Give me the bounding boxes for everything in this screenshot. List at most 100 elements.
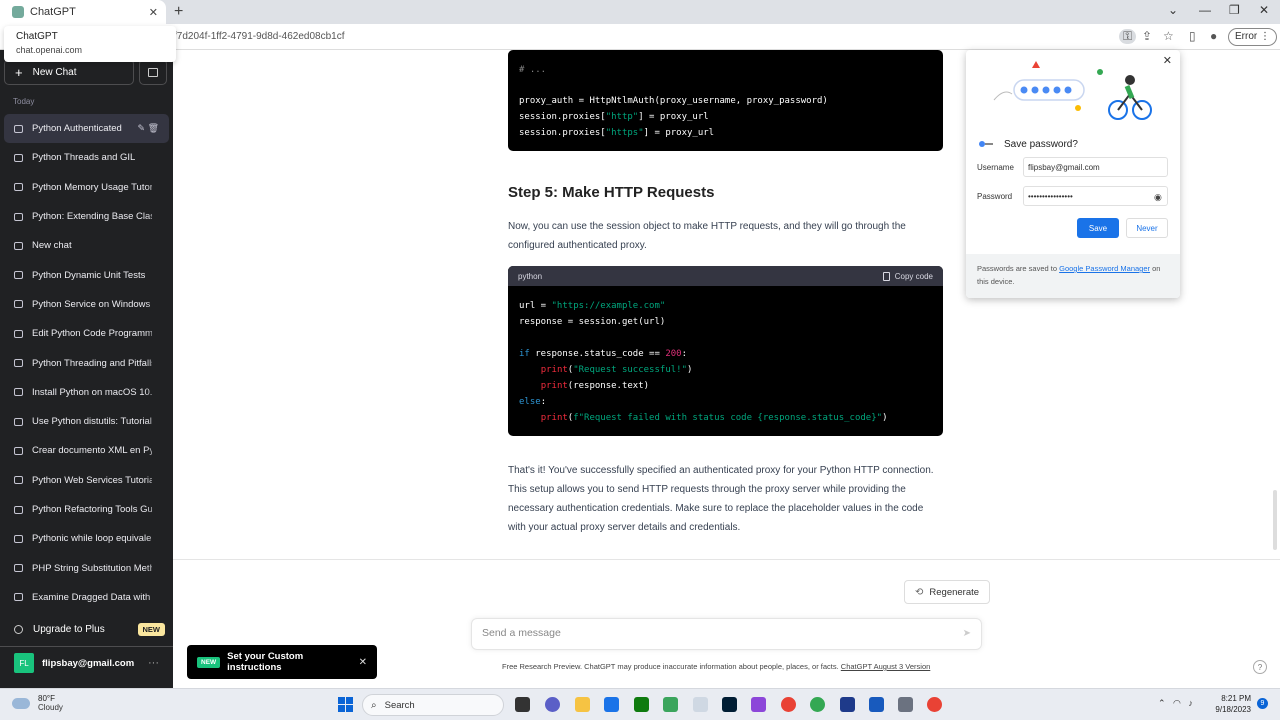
- user-icon: [14, 624, 23, 634]
- error-chip[interactable]: Error ⋮: [1228, 28, 1278, 46]
- close-window-icon[interactable]: ✕: [1259, 3, 1269, 17]
- windows-start-icon[interactable]: [338, 697, 353, 712]
- share-icon[interactable]: ⇪: [1142, 29, 1152, 43]
- cloud-icon: [12, 697, 30, 709]
- chat-item[interactable]: Python Threading and Pitfalls: [4, 348, 169, 378]
- send-icon[interactable]: ➤: [963, 628, 971, 639]
- chat-item[interactable]: Install Python on macOS 10.5: [4, 377, 169, 407]
- new-tab-icon[interactable]: +: [174, 3, 183, 21]
- more-options-icon[interactable]: ···: [148, 657, 159, 669]
- chrome-canary-icon[interactable]: [810, 697, 825, 712]
- message-composer: ➤: [471, 618, 982, 650]
- side-panel-icon[interactable]: ▯: [1189, 29, 1196, 43]
- chat-bubble-icon: [14, 300, 23, 309]
- word-icon[interactable]: [869, 697, 884, 712]
- upgrade-to-plus-button[interactable]: Upgrade to Plus NEW: [4, 616, 169, 642]
- help-button[interactable]: ?: [1253, 660, 1267, 674]
- close-icon[interactable]: ✕: [359, 657, 367, 668]
- url-text[interactable]: f7d204f-1ff2-4791-9d8d-462ed08cb1cf: [174, 31, 345, 42]
- save-button[interactable]: Save: [1077, 218, 1119, 238]
- refresh-icon: ⟲: [915, 586, 924, 598]
- address-bar: f7d204f-1ff2-4791-9d8d-462ed08cb1cf ⚿ ⇪ …: [0, 24, 1280, 50]
- password-field[interactable]: ••••••••••••••••: [1023, 186, 1168, 206]
- key-icon[interactable]: ⚿: [1119, 29, 1137, 44]
- chat-item[interactable]: New chat: [4, 231, 169, 261]
- chat-item-active[interactable]: Python Authenticated ✎ 🗑: [4, 114, 169, 144]
- never-button[interactable]: Never: [1126, 218, 1168, 238]
- chat-bubble-icon: [14, 505, 23, 514]
- username-label: Username: [977, 163, 1014, 172]
- notepad-icon[interactable]: [663, 697, 678, 712]
- notification-badge[interactable]: 9: [1257, 698, 1268, 709]
- chat-bubble-icon: [14, 476, 23, 485]
- copy-code-button[interactable]: Copy code: [882, 271, 933, 281]
- date: 9/18/2023: [1215, 705, 1251, 714]
- chat-item[interactable]: Python: Extending Base Class: [4, 201, 169, 232]
- store-icon[interactable]: [604, 697, 619, 712]
- chat-item[interactable]: Python Memory Usage Tutorial: [4, 172, 169, 202]
- chat-title: PHP String Substitution Methods: [32, 562, 152, 574]
- chrome-active-icon[interactable]: [927, 697, 942, 712]
- bookmark-star-icon[interactable]: ☆: [1163, 29, 1174, 43]
- scrollbar[interactable]: [1273, 490, 1277, 550]
- system-tray-icons[interactable]: ⌃ ◠ ♪: [1158, 698, 1193, 709]
- new-chat-button[interactable]: + New Chat: [4, 59, 134, 85]
- file-explorer-icon[interactable]: [575, 697, 590, 712]
- regenerate-label: Regenerate: [929, 586, 980, 598]
- chat-item[interactable]: Python Web Services Tutorial: [4, 465, 169, 495]
- photos-icon[interactable]: [693, 697, 708, 712]
- maximize-icon[interactable]: ❐: [1229, 3, 1240, 17]
- chat-item[interactable]: Examine Dragged Data with: [4, 582, 169, 613]
- chat-item[interactable]: PHP String Substitution Methods: [4, 553, 169, 583]
- toast-text: Set your Custom instructions: [227, 651, 304, 673]
- version-link[interactable]: ChatGPT August 3 Version: [841, 662, 931, 671]
- custom-instructions-toast[interactable]: NEW Set your Custom instructions ✕: [187, 645, 377, 679]
- chat-item[interactable]: Use Python distutils: Tutorial: [4, 406, 169, 437]
- close-icon[interactable]: ✕: [1163, 54, 1172, 67]
- photoshop-icon[interactable]: [722, 697, 737, 712]
- browser-tab-chatgpt[interactable]: ChatGPT ✕: [0, 0, 166, 24]
- weather-widget[interactable]: 80°F Cloudy: [12, 694, 63, 712]
- clock[interactable]: 8:21 PM 9/18/2023: [1213, 693, 1251, 715]
- task-view-icon[interactable]: [515, 697, 530, 712]
- edit-delete-icons[interactable]: ✎ 🗑: [138, 123, 159, 134]
- sidebar-toggle-icon: [148, 67, 158, 77]
- show-password-eye-icon[interactable]: ◉: [1154, 192, 1162, 203]
- chat-title: Python Authenticated: [32, 123, 122, 135]
- chat-item[interactable]: Edit Python Code Programmatically: [4, 319, 169, 349]
- new-chat-label: New Chat: [32, 66, 77, 78]
- code-line: print(response.text): [540, 381, 650, 391]
- user-menu-button[interactable]: FL flipsbay@gmail.com ···: [4, 650, 169, 676]
- password-manager-link[interactable]: Google Password Manager: [1059, 264, 1150, 273]
- collapse-sidebar-button[interactable]: [139, 59, 167, 85]
- chat-item[interactable]: Python Refactoring Tools Guide: [4, 494, 169, 525]
- edge-icon[interactable]: [634, 697, 649, 712]
- chat-item[interactable]: Python Dynamic Unit Tests: [4, 260, 169, 290]
- tab-search-chevron-icon[interactable]: ⌄: [1168, 3, 1178, 17]
- chat-item[interactable]: Crear documento XML en Python: [4, 436, 169, 466]
- chat-item[interactable]: Pythonic while loop equivalent: [4, 524, 169, 554]
- chat-item[interactable]: Python Service on Windows: [4, 289, 169, 320]
- minimize-icon[interactable]: —: [1199, 3, 1211, 17]
- save-password-popup: ✕ Save password? Username flipsbay@gmail…: [966, 50, 1180, 298]
- site-name: ChatGPT: [16, 31, 58, 42]
- chat-item[interactable]: Python Threads and GIL: [4, 143, 169, 173]
- step-description: Now, you can use the session object to m…: [508, 221, 906, 251]
- message-input[interactable]: [482, 627, 942, 639]
- close-tab-icon[interactable]: ✕: [149, 6, 158, 19]
- chat-bubble-icon: [14, 388, 23, 397]
- taskbar-search[interactable]: ⌕ Search: [362, 694, 504, 716]
- username-field[interactable]: flipsbay@gmail.com: [1023, 157, 1168, 177]
- app-icon[interactable]: [840, 697, 855, 712]
- profile-icon[interactable]: ●: [1210, 29, 1217, 43]
- chrome-icon[interactable]: [781, 697, 796, 712]
- tool-icon[interactable]: [898, 697, 913, 712]
- code-line: url = "https://example.com": [519, 301, 666, 311]
- avatar: FL: [14, 653, 34, 673]
- code-line: print(f"Request failed with status code …: [540, 413, 888, 423]
- save-password-title: Save password?: [1004, 139, 1078, 150]
- regenerate-button[interactable]: ⟲ Regenerate: [904, 580, 991, 604]
- vpn-icon[interactable]: [751, 697, 766, 712]
- chat-app-icon[interactable]: [545, 697, 560, 712]
- sidebar-divider: [0, 646, 173, 647]
